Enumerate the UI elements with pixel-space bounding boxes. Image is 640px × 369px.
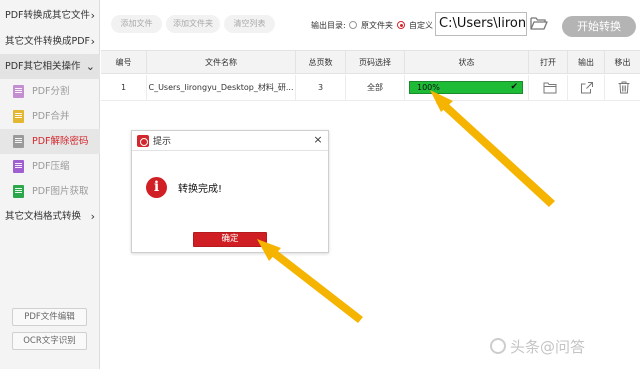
trash-icon[interactable] — [617, 81, 631, 94]
pdf-compress-icon — [13, 160, 24, 173]
progress-bar: 100% ✔ — [409, 81, 523, 94]
add-file-button[interactable]: 添加文件 — [111, 15, 162, 33]
table-header: 编号 文件名称 总页数 页码选择 状态 打开 输出 移出 — [101, 50, 640, 74]
sidebar-category-pdf-other-ops[interactable]: PDF其它相关操作 ⌄ — [0, 54, 100, 79]
cell-filename: C_Users_lirongyu_Desktop_材料_研... — [147, 75, 296, 101]
folder-icon[interactable] — [543, 81, 557, 94]
col-header-pages: 总页数 — [296, 51, 346, 74]
radio-custom[interactable] — [397, 21, 405, 29]
dialog-title: 提示 — [153, 137, 172, 147]
output-path-input[interactable]: C:\Users\lirongyu — [435, 12, 527, 36]
start-convert-button[interactable]: 开始转换 — [562, 16, 636, 37]
sidebar-category-label: 其它文件转换成PDF — [5, 36, 91, 47]
pdf-merge-icon — [13, 110, 24, 123]
pdf-split-icon — [13, 85, 24, 98]
col-header-open: 打开 — [529, 51, 568, 74]
col-header-filename: 文件名称 — [147, 51, 296, 74]
add-folder-button[interactable]: 添加文件夹 — [166, 15, 220, 33]
sidebar-category-pdf-to-other[interactable]: PDF转换成其它文件 › — [0, 3, 100, 28]
sidebar-category-other-to-pdf[interactable]: 其它文件转换成PDF › — [0, 29, 100, 54]
col-header-page-select: 页码选择 — [346, 51, 405, 74]
sidebar-item-label: PDF合并 — [32, 111, 70, 122]
progress-percent: 100% — [417, 83, 440, 92]
sidebar-item-pdf-image-extract[interactable]: PDF图片获取 — [0, 179, 100, 204]
cell-pages: 3 — [296, 75, 346, 101]
radio-original-folder-label: 原文件夹 — [361, 21, 393, 30]
radio-custom-label: 自定义 — [409, 21, 433, 30]
sidebar-item-label: PDF图片获取 — [32, 186, 89, 197]
chevron-right-icon: › — [90, 210, 95, 223]
close-icon[interactable]: × — [312, 133, 324, 147]
arrow-to-progress — [430, 90, 555, 207]
sidebar-category-label: PDF其它相关操作 — [5, 61, 81, 72]
output-dir-label: 输出目录: — [311, 21, 346, 30]
sidebar-item-pdf-split[interactable]: PDF分割 — [0, 79, 100, 104]
sidebar-item-pdf-compress[interactable]: PDF压缩 — [0, 154, 100, 179]
radio-original-folder[interactable] — [349, 21, 357, 29]
ok-button[interactable]: 确定 — [193, 232, 267, 247]
sidebar-item-pdf-merge[interactable]: PDF合并 — [0, 104, 100, 129]
folder-open-icon[interactable] — [530, 15, 548, 31]
dialog-message: 转换完成! — [178, 184, 223, 195]
export-icon[interactable] — [580, 81, 594, 94]
message-dialog: 提示 × i 转换完成! 确定 — [131, 130, 329, 253]
sidebar-category-other-doc-convert[interactable]: 其它文档格式转换 › — [0, 204, 100, 229]
app-logo-icon — [137, 135, 149, 147]
sidebar: PDF转换成其它文件 › 其它文件转换成PDF › PDF其它相关操作 ⌄ PD… — [0, 0, 100, 369]
clear-list-button[interactable]: 清空列表 — [224, 15, 275, 33]
col-header-output: 输出 — [568, 51, 605, 74]
watermark-logo-icon — [490, 338, 506, 354]
col-header-status: 状态 — [405, 51, 529, 74]
sidebar-item-label: PDF解除密码 — [32, 136, 89, 147]
sidebar-item-label: PDF分割 — [32, 86, 70, 97]
info-icon: i — [146, 177, 167, 198]
chevron-down-icon: ⌄ — [85, 60, 95, 73]
sidebar-category-label: PDF转换成其它文件 — [5, 10, 91, 21]
pdf-edit-button[interactable]: PDF文件编辑 — [12, 308, 87, 326]
cell-index: 1 — [101, 75, 147, 101]
sidebar-category-label: 其它文档格式转换 — [5, 211, 82, 222]
sidebar-item-pdf-remove-password[interactable]: PDF解除密码 — [0, 129, 100, 154]
chevron-right-icon: › — [90, 35, 95, 48]
sidebar-item-label: PDF压缩 — [32, 161, 70, 172]
col-header-remove: 移出 — [614, 58, 631, 67]
dialog-titlebar[interactable]: 提示 × — [132, 131, 328, 151]
lock-icon — [13, 135, 24, 148]
chevron-right-icon: › — [90, 9, 95, 22]
pdf-image-icon — [13, 185, 24, 198]
watermark-text: 头条@问答 — [510, 338, 586, 356]
cell-page-select[interactable]: 全部 — [346, 75, 405, 101]
ocr-button[interactable]: OCR文字识别 — [12, 332, 87, 350]
table-row[interactable]: 1 C_Users_lirongyu_Desktop_材料_研... 3 全部 — [101, 75, 640, 101]
check-icon: ✔ — [510, 82, 518, 92]
col-header-index: 编号 — [101, 51, 147, 74]
